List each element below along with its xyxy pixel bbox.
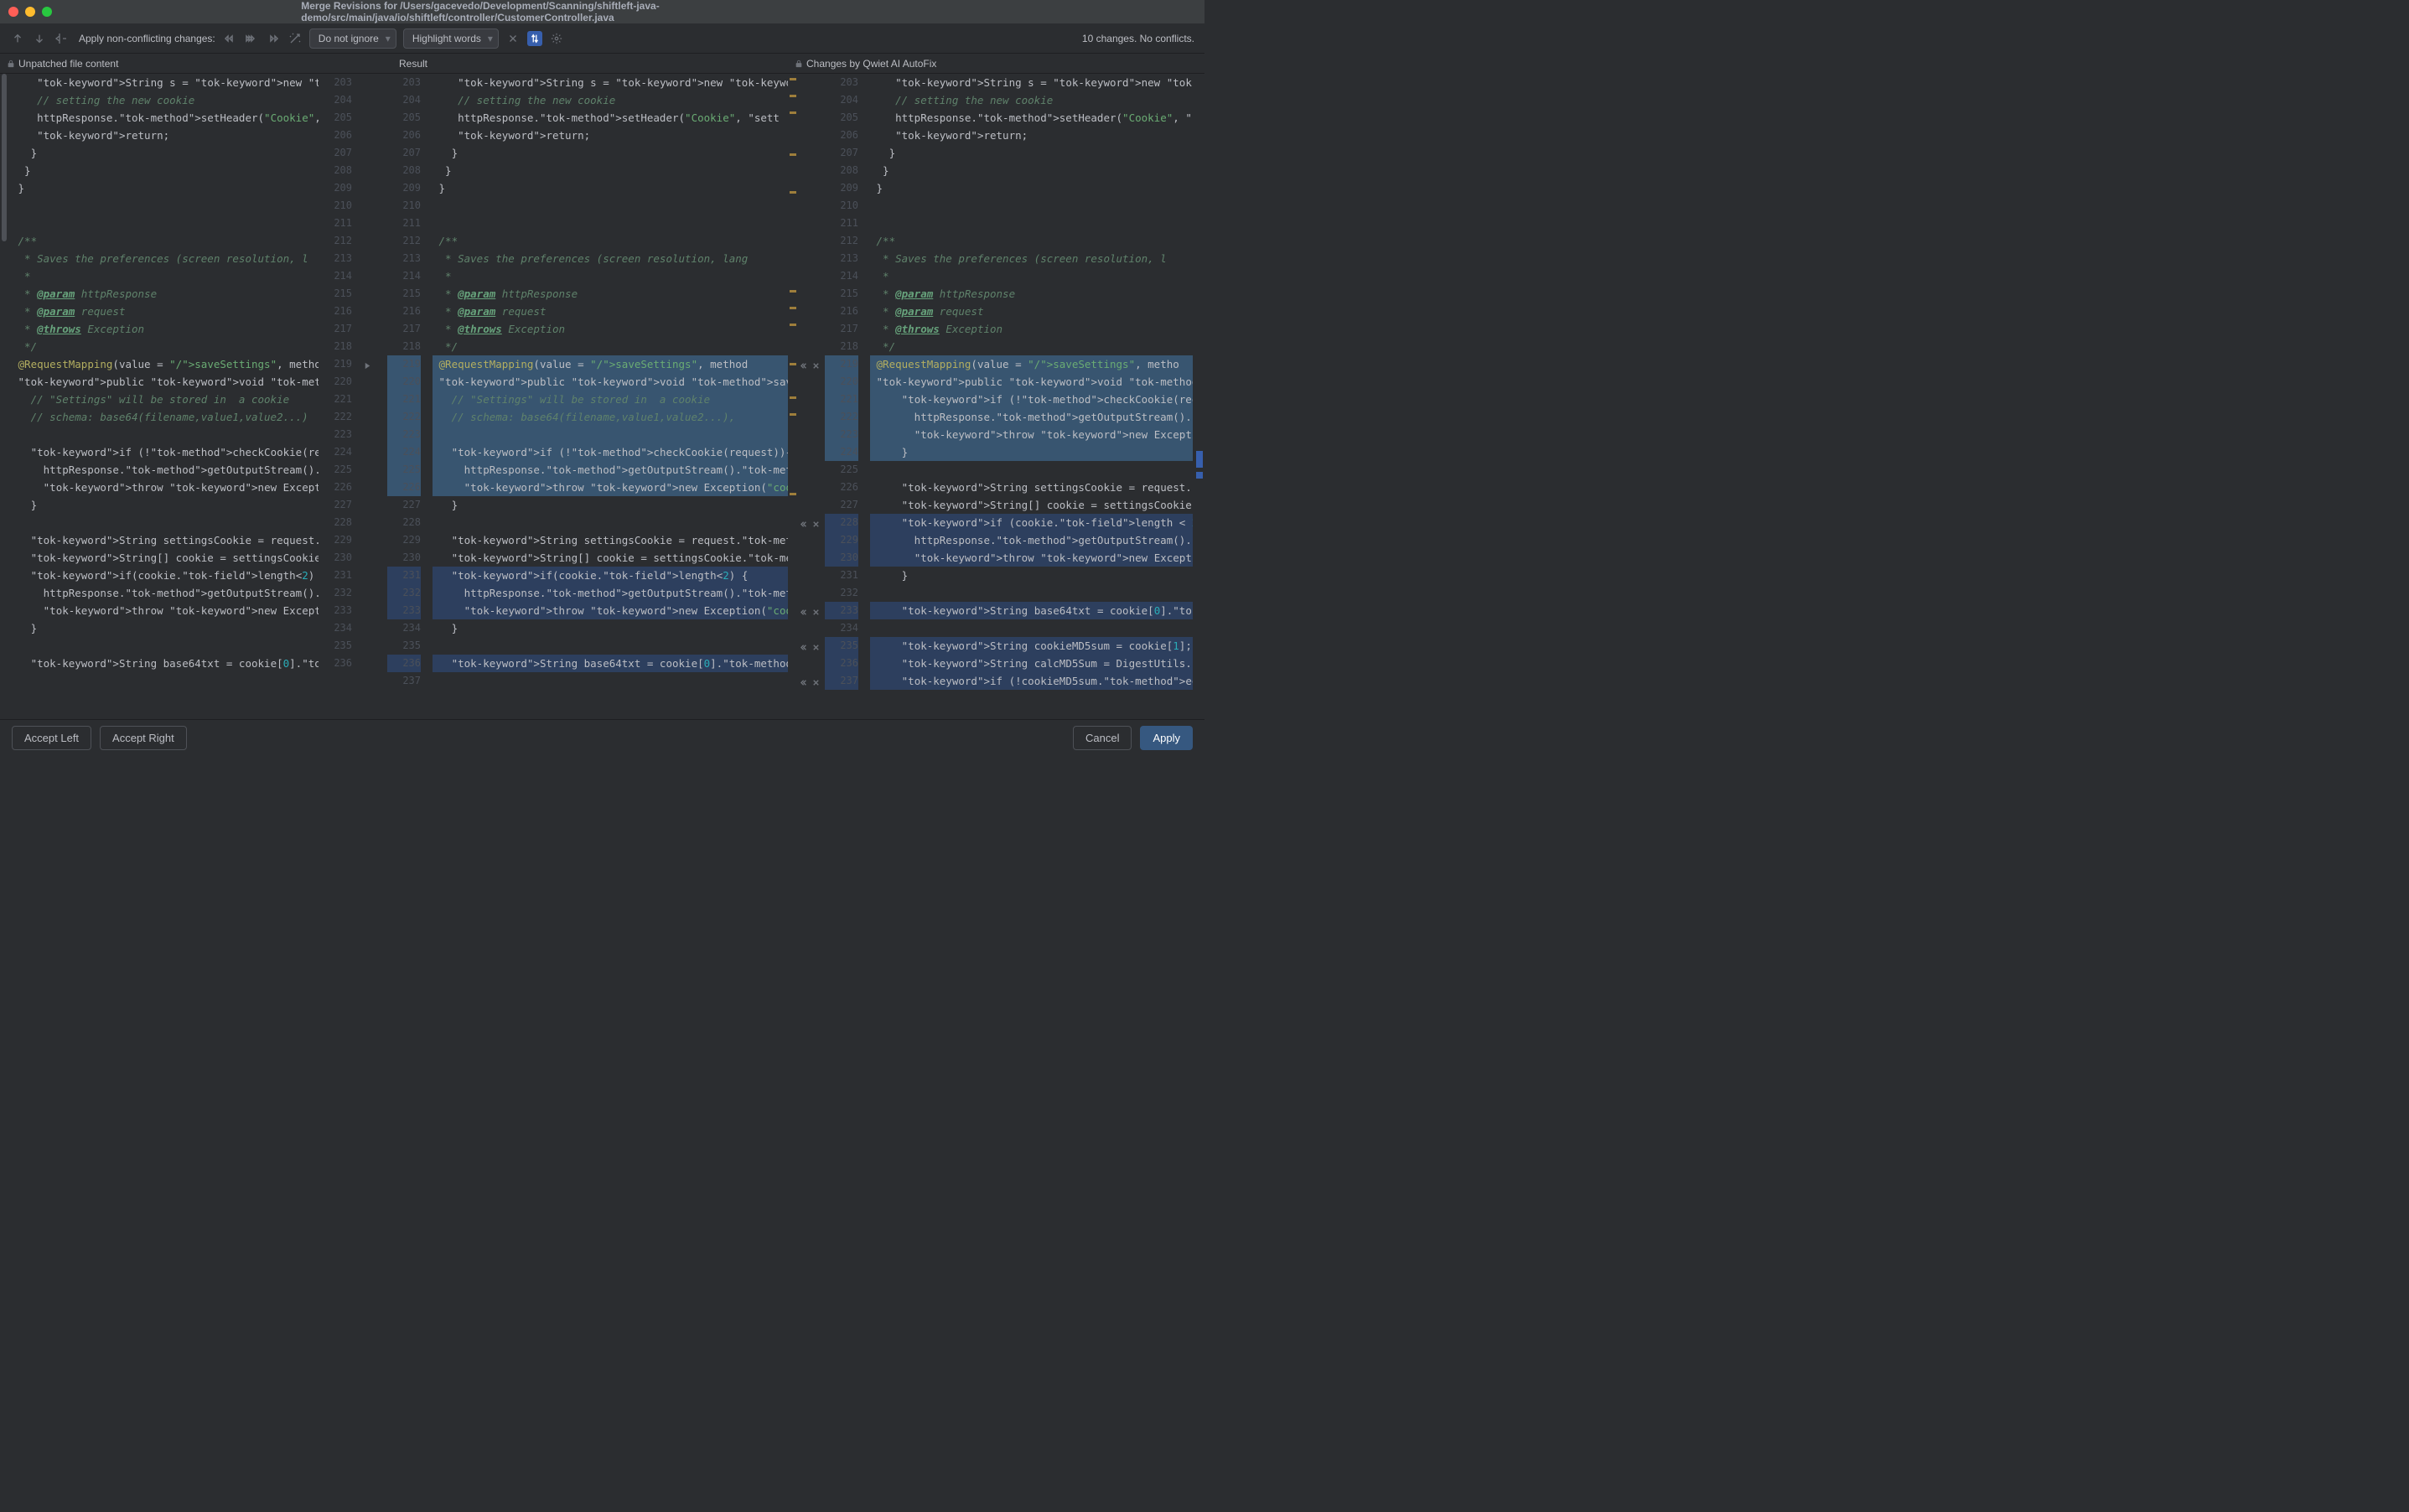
panel-header-middle: Result [392,54,788,73]
window-chrome: Merge Revisions for /Users/gacevedo/Deve… [0,0,1204,23]
apply-left-icon[interactable] [800,643,810,652]
panel-header-left: Unpatched file content [0,54,392,73]
code-left-content[interactable]: "tok-keyword">String s = "tok-keyword">n… [0,74,319,719]
diff-apply-left-219[interactable] [363,361,385,370]
apply-all-right-icon[interactable] [222,31,237,46]
maximize-window-button[interactable] [42,7,52,17]
lock-icon [7,60,15,68]
apply-button[interactable]: Apply [1140,726,1193,750]
scrollbar-left[interactable] [2,74,7,241]
ribbon-right [798,74,825,719]
diff-controls-235 [800,643,822,652]
panel-header-right-label: Changes by Qwiet AI AutoFix [806,58,936,70]
diff-controls-219 [800,361,822,370]
ignore-icon[interactable] [811,643,821,652]
ribbon-left [360,74,387,719]
gutter-middle-left: 2032042052062072082092102112122132142152… [387,74,429,719]
gutter-right: 2032042052062072082092102112122132142152… [825,74,867,719]
marker-strip-right[interactable] [1193,74,1204,719]
gear-icon[interactable] [549,31,564,46]
pane-right[interactable]: 2032042052062072082092102112122132142152… [825,74,1204,719]
panel-header-left-label: Unpatched file content [18,58,118,70]
apply-left-icon[interactable] [800,608,810,617]
diff-controls-228 [800,520,822,529]
close-icon[interactable] [505,31,521,46]
accept-left-button[interactable]: Accept Left [12,726,91,750]
minimize-window-button[interactable] [25,7,35,17]
arrow-up-icon[interactable] [10,31,25,46]
pane-left[interactable]: "tok-keyword">String s = "tok-keyword">n… [0,74,360,719]
arrow-down-icon[interactable] [32,31,47,46]
pane-middle[interactable]: 2032042052062072082092102112122132142152… [387,74,798,719]
gutter-left: 2032042052062072082092102112122132142152… [319,74,360,719]
diff-controls-237 [800,678,822,687]
apply-left-icon[interactable] [800,678,810,687]
panel-headers: Unpatched file content Result Changes by… [0,54,1204,74]
compare-prev-icon[interactable] [54,31,69,46]
apply-all-left-icon[interactable] [266,31,281,46]
lock-icon [795,60,803,68]
footer-bar: Accept Left Accept Right Cancel Apply [0,719,1204,756]
ignore-icon[interactable] [811,361,821,370]
panel-header-right: Changes by Qwiet AI AutoFix [788,54,943,73]
apply-left-icon[interactable] [800,361,810,370]
window-title: Merge Revisions for /Users/gacevedo/Deve… [301,0,904,23]
close-window-button[interactable] [8,7,18,17]
code-middle-content[interactable]: "tok-keyword">String s = "tok-keyword">n… [429,74,788,719]
ignore-dropdown[interactable]: Do not ignore [309,28,396,49]
apply-non-conflicting-label: Apply non-conflicting changes: [79,33,215,44]
sync-scrolling-icon[interactable] [527,31,542,46]
magic-resolve-icon[interactable] [288,31,303,46]
accept-right-button[interactable]: Accept Right [100,726,187,750]
apply-left-icon[interactable] [800,520,810,529]
apply-right-icon[interactable] [363,361,372,370]
ignore-icon[interactable] [811,608,821,617]
code-right-content[interactable]: "tok-keyword">String s = "tok-keyword">n… [867,74,1193,719]
apply-all-both-icon[interactable] [244,31,259,46]
ignore-icon[interactable] [811,520,821,529]
diff-panes: "tok-keyword">String s = "tok-keyword">n… [0,74,1204,719]
panel-header-middle-label: Result [399,58,427,70]
diff-controls-233 [800,608,822,617]
highlight-dropdown[interactable]: Highlight words [403,28,499,49]
marker-strip-middle[interactable] [788,74,798,719]
merge-toolbar: Apply non-conflicting changes: Do not ig… [0,23,1204,54]
changes-status: 10 changes. No conflicts. [1082,33,1194,44]
ignore-icon[interactable] [811,678,821,687]
cancel-button[interactable]: Cancel [1073,726,1132,750]
traffic-lights [8,7,52,17]
